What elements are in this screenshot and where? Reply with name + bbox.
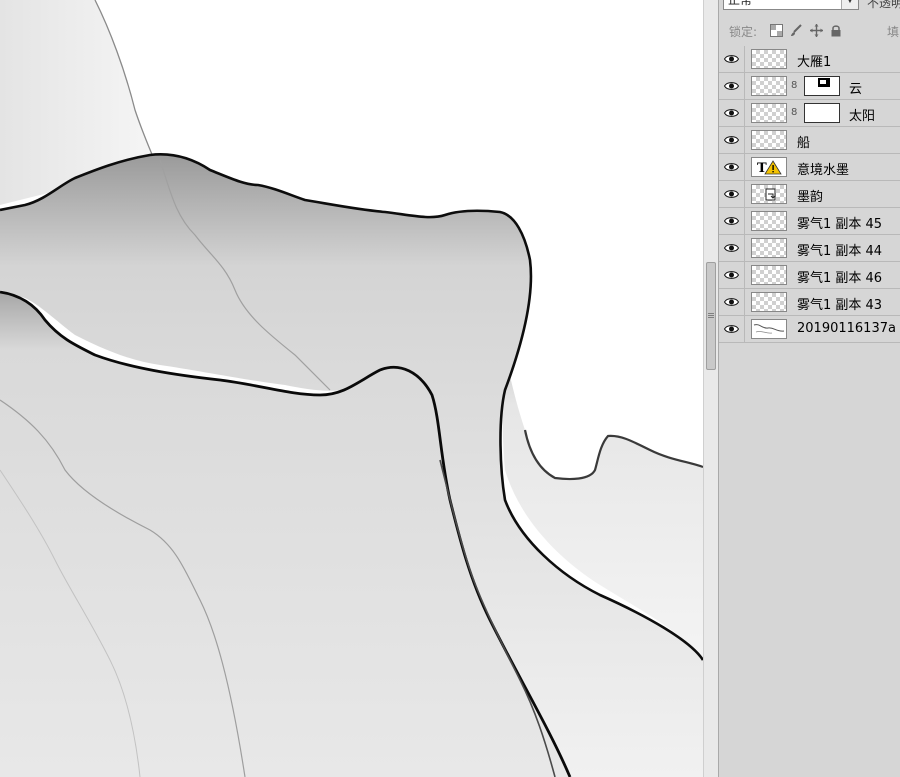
transparent-pixels-lock-icon[interactable] xyxy=(769,24,783,38)
layer-name[interactable]: 雾气1 副本 43 xyxy=(797,294,882,313)
layer-name[interactable]: 墨韵 xyxy=(797,186,823,205)
layer-name[interactable]: 雾气1 副本 46 xyxy=(797,267,882,286)
smart-object-icon[interactable] xyxy=(751,184,787,204)
visibility-eye-icon[interactable] xyxy=(719,154,745,180)
layer-name[interactable]: 雾气1 副本 45 xyxy=(797,213,882,232)
layer-row[interactable]: 雾气1 副本 46 xyxy=(719,262,900,289)
fill-label: 填 xyxy=(886,25,899,39)
layer-name[interactable]: 云 xyxy=(849,78,862,97)
layer-thumbnail[interactable] xyxy=(751,49,787,69)
layer-name[interactable]: 20190116137a xyxy=(797,321,896,336)
layer-thumbnail[interactable] xyxy=(751,292,787,312)
document-canvas[interactable] xyxy=(0,0,703,777)
visibility-eye-icon[interactable] xyxy=(719,127,745,153)
mask-link-chain-icon[interactable]: 8 xyxy=(791,80,797,91)
layer-thumbnail[interactable] xyxy=(751,103,787,123)
layer-name[interactable]: 太阳 xyxy=(849,105,875,124)
layer-mask-thumbnail[interactable] xyxy=(804,103,840,123)
layer-thumbnail[interactable] xyxy=(751,265,787,285)
opacity-label: 不透明 xyxy=(867,0,900,10)
blend-mode-value: 正常 xyxy=(728,0,753,7)
padlock-icon[interactable] xyxy=(829,24,843,38)
layer-row[interactable]: 雾气1 副本 44 xyxy=(719,235,900,262)
layer-row[interactable]: 20190116137a xyxy=(719,316,900,343)
lock-label: 锁定: xyxy=(729,25,758,39)
layer-thumbnail[interactable] xyxy=(751,76,787,96)
canvas-vertical-scrollbar[interactable] xyxy=(703,0,718,777)
visibility-eye-icon[interactable] xyxy=(719,262,745,288)
layer-name[interactable]: 大雁1 xyxy=(797,51,831,70)
visibility-eye-icon[interactable] xyxy=(719,100,745,126)
ink-wash-artwork xyxy=(0,0,703,777)
layer-row[interactable]: T 意境水墨 xyxy=(719,154,900,181)
layer-row[interactable]: 8 云 xyxy=(719,73,900,100)
layer-thumbnail[interactable] xyxy=(751,238,787,258)
layer-list: 大雁1 8 云 8 太阳 船 T 意境水墨 墨韵 雾气1 副本 45 雾气1 副… xyxy=(719,46,900,343)
layer-mask-thumbnail[interactable] xyxy=(804,76,840,96)
layer-name[interactable]: 船 xyxy=(797,132,810,151)
visibility-eye-icon[interactable] xyxy=(719,181,745,207)
layer-thumbnail[interactable] xyxy=(751,130,787,150)
layer-row[interactable]: 船 xyxy=(719,127,900,154)
chevron-down-icon[interactable]: ▼ xyxy=(841,0,858,9)
mask-link-chain-icon[interactable]: 8 xyxy=(791,107,797,118)
text-layer-warning-icon[interactable]: T xyxy=(751,157,787,177)
layer-name[interactable]: 意境水墨 xyxy=(797,159,849,178)
visibility-eye-icon[interactable] xyxy=(719,73,745,99)
scrollbar-grip-icon xyxy=(708,313,714,314)
lock-toolbar: 锁定: 填 xyxy=(719,20,900,44)
layer-row[interactable]: 雾气1 副本 45 xyxy=(719,208,900,235)
blend-mode-select[interactable]: 正常 ▼ xyxy=(723,0,859,10)
scrollbar-thumb[interactable] xyxy=(706,262,716,370)
visibility-eye-icon[interactable] xyxy=(719,316,745,342)
visibility-eye-icon[interactable] xyxy=(719,289,745,315)
image-thumbnail[interactable] xyxy=(751,319,787,339)
layer-row[interactable]: 8 太阳 xyxy=(719,100,900,127)
visibility-eye-icon[interactable] xyxy=(719,208,745,234)
layer-row[interactable]: 墨韵 xyxy=(719,181,900,208)
layers-panel: 正常 ▼ 不透明 锁定: 填 大雁1 8 云 8 太阳 船 T 意境水墨 墨韵 … xyxy=(718,0,900,777)
visibility-eye-icon[interactable] xyxy=(719,46,745,72)
layer-row[interactable]: 雾气1 副本 43 xyxy=(719,289,900,316)
layer-row[interactable]: 大雁1 xyxy=(719,46,900,73)
move-lock-icon[interactable] xyxy=(809,24,823,38)
visibility-eye-icon[interactable] xyxy=(719,235,745,261)
layer-name[interactable]: 雾气1 副本 44 xyxy=(797,240,882,259)
layer-thumbnail[interactable] xyxy=(751,211,787,231)
brush-lock-icon[interactable] xyxy=(789,24,803,38)
